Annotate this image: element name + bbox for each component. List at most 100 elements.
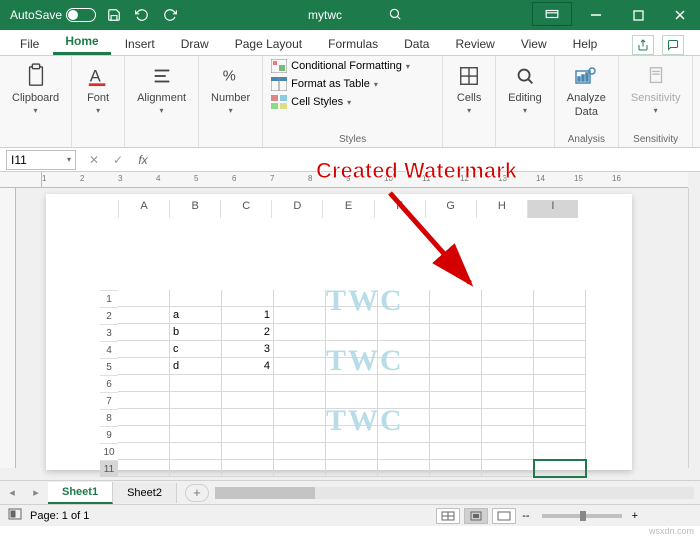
- fx-button[interactable]: fx: [130, 153, 156, 167]
- column-header[interactable]: A: [118, 200, 169, 218]
- cell[interactable]: [222, 460, 274, 477]
- cell[interactable]: [326, 307, 378, 324]
- cell[interactable]: [222, 375, 274, 392]
- cell[interactable]: [534, 358, 586, 375]
- formula-input[interactable]: [156, 150, 700, 170]
- cell[interactable]: [430, 375, 482, 392]
- cell[interactable]: [170, 392, 222, 409]
- font-button[interactable]: A Font ▾: [78, 58, 118, 119]
- column-header[interactable]: E: [322, 200, 373, 218]
- cell[interactable]: [222, 443, 274, 460]
- cancel-icon[interactable]: ✕: [82, 150, 106, 170]
- cell[interactable]: [326, 324, 378, 341]
- tab-home[interactable]: Home: [53, 30, 110, 55]
- sheet-tab-1[interactable]: Sheet1: [48, 482, 113, 504]
- tab-review[interactable]: Review: [443, 33, 506, 55]
- row-header[interactable]: 4: [100, 341, 118, 358]
- cell[interactable]: [274, 426, 326, 443]
- cell[interactable]: [430, 324, 482, 341]
- row-header[interactable]: 11: [100, 460, 118, 477]
- cell[interactable]: [274, 392, 326, 409]
- row-header[interactable]: 3: [100, 324, 118, 341]
- cell[interactable]: [378, 375, 430, 392]
- tab-page-layout[interactable]: Page Layout: [223, 33, 314, 55]
- cell[interactable]: [118, 375, 170, 392]
- cell[interactable]: [430, 426, 482, 443]
- cell[interactable]: [378, 324, 430, 341]
- search-icon[interactable]: [388, 7, 402, 24]
- cell[interactable]: [534, 307, 586, 324]
- cell[interactable]: [378, 392, 430, 409]
- cell[interactable]: [118, 358, 170, 375]
- cell[interactable]: [326, 392, 378, 409]
- cell[interactable]: [534, 409, 586, 426]
- cell[interactable]: [118, 341, 170, 358]
- cell[interactable]: [274, 375, 326, 392]
- clipboard-button[interactable]: Clipboard ▾: [6, 58, 65, 119]
- cell[interactable]: [378, 426, 430, 443]
- enter-icon[interactable]: ✓: [106, 150, 130, 170]
- column-header[interactable]: F: [374, 200, 425, 218]
- cells-button[interactable]: Cells ▾: [449, 58, 489, 119]
- undo-icon[interactable]: [132, 5, 152, 25]
- cell[interactable]: [482, 307, 534, 324]
- cell[interactable]: [534, 290, 586, 307]
- cell[interactable]: [378, 341, 430, 358]
- cell[interactable]: c: [170, 341, 222, 358]
- cell[interactable]: [430, 290, 482, 307]
- cell[interactable]: [482, 392, 534, 409]
- cell[interactable]: [118, 307, 170, 324]
- cell[interactable]: a: [170, 307, 222, 324]
- cell[interactable]: [534, 324, 586, 341]
- cell[interactable]: [326, 426, 378, 443]
- view-page-break-button[interactable]: [492, 508, 516, 524]
- redo-icon[interactable]: [160, 5, 180, 25]
- zoom-in-button[interactable]: +: [632, 510, 638, 522]
- cell-styles-button[interactable]: Cell Styles▾: [269, 94, 353, 110]
- name-box[interactable]: I11▾: [6, 150, 76, 170]
- cell[interactable]: [430, 307, 482, 324]
- cell[interactable]: [534, 375, 586, 392]
- cell[interactable]: 3: [222, 341, 274, 358]
- cell[interactable]: [534, 443, 586, 460]
- cell[interactable]: [222, 392, 274, 409]
- tab-file[interactable]: File: [8, 33, 51, 55]
- cell[interactable]: [430, 392, 482, 409]
- row-header[interactable]: 9: [100, 426, 118, 443]
- maximize-button[interactable]: [618, 0, 658, 30]
- cell[interactable]: [118, 392, 170, 409]
- column-header[interactable]: B: [169, 200, 220, 218]
- cell[interactable]: [534, 426, 586, 443]
- row-header[interactable]: 8: [100, 409, 118, 426]
- cell[interactable]: [378, 460, 430, 477]
- cell[interactable]: [170, 409, 222, 426]
- cell[interactable]: [118, 460, 170, 477]
- cell[interactable]: [274, 358, 326, 375]
- column-header[interactable]: D: [271, 200, 322, 218]
- view-normal-button[interactable]: [436, 508, 460, 524]
- alignment-button[interactable]: Alignment ▾: [131, 58, 192, 119]
- cell[interactable]: [482, 375, 534, 392]
- share-button[interactable]: [632, 35, 654, 55]
- cell[interactable]: [430, 409, 482, 426]
- cell[interactable]: [430, 358, 482, 375]
- cell[interactable]: [378, 443, 430, 460]
- row-header[interactable]: 5: [100, 358, 118, 375]
- row-header[interactable]: 6: [100, 375, 118, 392]
- cell[interactable]: [222, 426, 274, 443]
- cell[interactable]: [274, 443, 326, 460]
- cell[interactable]: [118, 443, 170, 460]
- save-icon[interactable]: [104, 5, 124, 25]
- analyze-data-button[interactable]: Analyze Data: [561, 58, 612, 122]
- cell[interactable]: [482, 290, 534, 307]
- cell[interactable]: [170, 375, 222, 392]
- cell[interactable]: [222, 409, 274, 426]
- row-header[interactable]: 2: [100, 307, 118, 324]
- view-page-layout-button[interactable]: [464, 508, 488, 524]
- cell[interactable]: [482, 443, 534, 460]
- column-header[interactable]: H: [476, 200, 527, 218]
- cell[interactable]: d: [170, 358, 222, 375]
- cell[interactable]: [170, 426, 222, 443]
- tab-data[interactable]: Data: [392, 33, 441, 55]
- cell[interactable]: [430, 341, 482, 358]
